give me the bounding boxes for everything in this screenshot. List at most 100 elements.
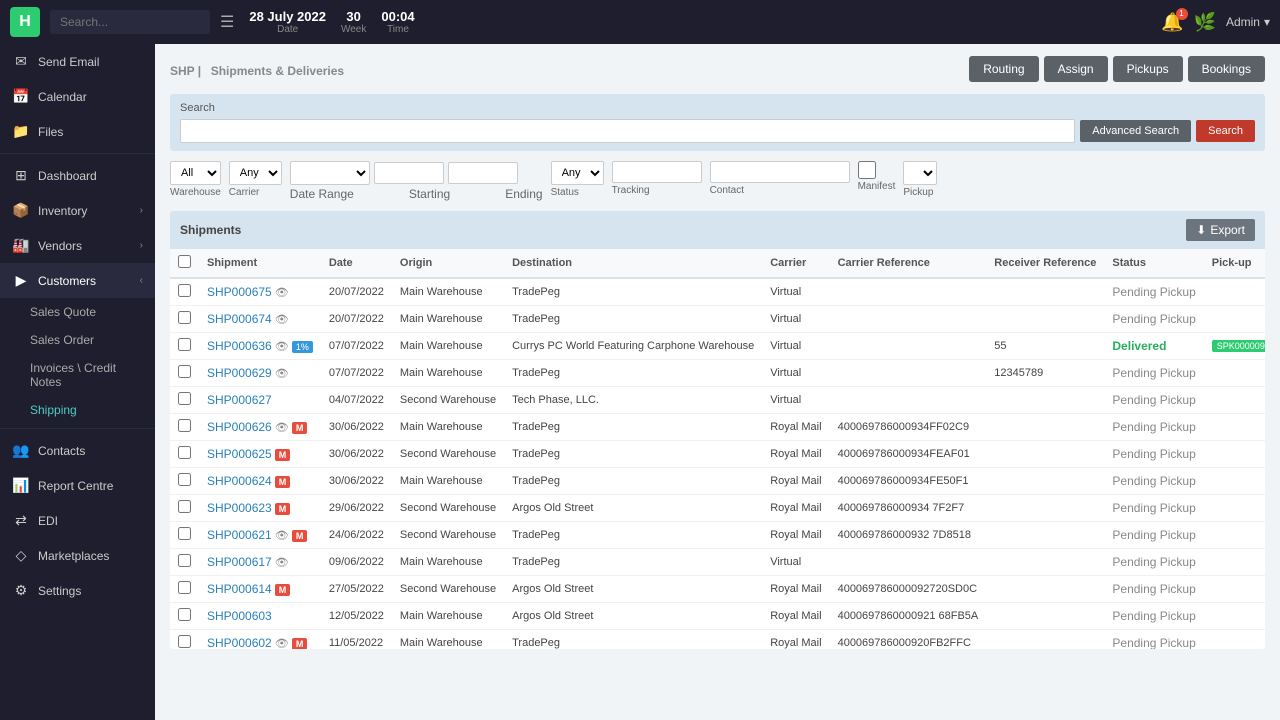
eye-icon[interactable]: 👁: [275, 638, 289, 649]
sidebar-item-vendors[interactable]: 🏭 Vendors ›: [0, 228, 155, 263]
sidebar-item-edi[interactable]: ⇄ EDI: [0, 503, 155, 538]
manifest-checkbox[interactable]: [858, 161, 876, 179]
carrier-ref-cell: 400069786000934 7F2F7: [830, 495, 987, 522]
sidebar-item-shipping[interactable]: Shipping: [0, 396, 155, 424]
bookings-button[interactable]: Bookings: [1188, 56, 1265, 82]
row-checkbox[interactable]: [178, 527, 191, 540]
carrier-filter: Any Carrier: [229, 161, 282, 198]
warehouse-select[interactable]: All: [170, 161, 221, 185]
ending-date-input[interactable]: [448, 162, 518, 184]
row-checkbox[interactable]: [178, 365, 191, 378]
status-value: Pending Pickup: [1112, 501, 1195, 515]
sidebar-item-inventory[interactable]: 📦 Inventory ›: [0, 193, 155, 228]
shipment-link[interactable]: SHP000625: [207, 447, 272, 461]
logo[interactable]: H: [10, 7, 40, 37]
destination-cell: TradePeg: [504, 522, 762, 549]
pickup-select[interactable]: [903, 161, 937, 185]
sidebar-item-calendar[interactable]: 📅 Calendar: [0, 79, 155, 114]
sidebar-item-send-email[interactable]: ✉ Send Email: [0, 44, 155, 79]
shipment-link[interactable]: SHP000636: [207, 339, 272, 353]
sidebar-item-files[interactable]: 📁 Files: [0, 114, 155, 149]
sidebar-item-dashboard[interactable]: ⊞ Dashboard: [0, 158, 155, 193]
pickups-button[interactable]: Pickups: [1113, 56, 1183, 82]
receiver-ref-cell: [986, 414, 1104, 441]
search-button[interactable]: Search: [1196, 120, 1255, 142]
sidebar-item-report-centre[interactable]: 📊 Report Centre: [0, 468, 155, 503]
row-checkbox[interactable]: [178, 446, 191, 459]
shipment-id-cell: SHP000627: [199, 387, 321, 414]
shipment-link[interactable]: SHP000626: [207, 420, 272, 434]
global-search-input[interactable]: [50, 10, 210, 34]
eye-icon[interactable]: 👁: [275, 287, 289, 299]
menu-icon[interactable]: ☰: [220, 12, 234, 32]
row-checkbox[interactable]: [178, 419, 191, 432]
carrier-select[interactable]: Any: [229, 161, 282, 185]
shipment-link[interactable]: SHP000602: [207, 636, 272, 649]
row-checkbox[interactable]: [178, 284, 191, 297]
shipment-link[interactable]: SHP000617: [207, 555, 272, 569]
shipment-link[interactable]: SHP000627: [207, 393, 272, 407]
admin-menu[interactable]: Admin ▾: [1226, 15, 1270, 29]
export-button[interactable]: ⬇ Export: [1186, 219, 1255, 241]
select-all-checkbox[interactable]: [178, 255, 191, 268]
eye-icon[interactable]: 👁: [275, 530, 289, 542]
col-destination: Destination: [504, 249, 762, 278]
routing-button[interactable]: Routing: [969, 56, 1038, 82]
receiver-ref-cell: [986, 441, 1104, 468]
assign-button[interactable]: Assign: [1044, 56, 1108, 82]
col-date: Date: [321, 249, 392, 278]
row-checkbox[interactable]: [178, 608, 191, 621]
pickup-cell: [1204, 278, 1265, 306]
row-checkbox[interactable]: [178, 635, 191, 648]
table-row: SHP000636 👁 1% 07/07/2022 Main Warehouse…: [170, 333, 1265, 360]
page-title-text: Shipments & Deliveries: [211, 64, 344, 78]
sidebar-item-settings[interactable]: ⚙ Settings: [0, 573, 155, 608]
shipment-link[interactable]: SHP000629: [207, 366, 272, 380]
eye-icon[interactable]: 👁: [275, 341, 289, 353]
receiver-ref-cell: [986, 306, 1104, 333]
row-checkbox[interactable]: [178, 581, 191, 594]
carrier-cell: Virtual: [762, 306, 829, 333]
shipment-link[interactable]: SHP000621: [207, 528, 272, 542]
row-checkbox[interactable]: [178, 311, 191, 324]
settings-icon: ⚙: [12, 582, 30, 599]
eye-icon[interactable]: 👁: [275, 422, 289, 434]
contact-input[interactable]: [710, 161, 850, 183]
date-range-select[interactable]: [290, 161, 370, 185]
origin-cell: Second Warehouse: [392, 387, 504, 414]
status-select[interactable]: Any: [551, 161, 604, 185]
sidebar-item-sales-order[interactable]: Sales Order: [0, 326, 155, 354]
row-checkbox[interactable]: [178, 500, 191, 513]
row-checkbox[interactable]: [178, 392, 191, 405]
sidebar-item-sales-quote[interactable]: Sales Quote: [0, 298, 155, 326]
eye-icon[interactable]: 👁: [275, 557, 289, 569]
vendors-icon: 🏭: [12, 237, 30, 254]
row-checkbox[interactable]: [178, 338, 191, 351]
shipment-link[interactable]: SHP000675: [207, 285, 272, 299]
shipment-link[interactable]: SHP000674: [207, 312, 272, 326]
pickup-cell: [1204, 441, 1265, 468]
table-row: SHP000603 12/05/2022 Main Warehouse Argo…: [170, 603, 1265, 630]
date-label: Date: [249, 24, 326, 35]
shipment-link[interactable]: SHP000624: [207, 474, 272, 488]
eye-icon[interactable]: 👁: [275, 314, 289, 326]
notification-bell-icon[interactable]: 🔔 1: [1161, 12, 1183, 33]
edi-icon: ⇄: [12, 512, 30, 529]
leaf-icon[interactable]: 🌿: [1194, 12, 1216, 33]
status-cell: Pending Pickup: [1104, 387, 1203, 414]
sidebar-item-invoices[interactable]: Invoices \ Credit Notes: [0, 354, 155, 396]
search-main-input[interactable]: [180, 119, 1075, 143]
advanced-search-button[interactable]: Advanced Search: [1080, 120, 1191, 142]
row-checkbox[interactable]: [178, 554, 191, 567]
shipment-link[interactable]: SHP000623: [207, 501, 272, 515]
shipment-link[interactable]: SHP000614: [207, 582, 272, 596]
sidebar-item-contacts[interactable]: 👥 Contacts: [0, 433, 155, 468]
carrier-ref-cell: [830, 306, 987, 333]
tracking-input[interactable]: [612, 161, 702, 183]
shipment-link[interactable]: SHP000603: [207, 609, 272, 623]
sidebar-item-marketplaces[interactable]: ◇ Marketplaces: [0, 538, 155, 573]
row-checkbox[interactable]: [178, 473, 191, 486]
sidebar-item-customers[interactable]: ▶ Customers ‹: [0, 263, 155, 298]
eye-icon[interactable]: 👁: [275, 368, 289, 380]
starting-date-input[interactable]: [374, 162, 444, 184]
